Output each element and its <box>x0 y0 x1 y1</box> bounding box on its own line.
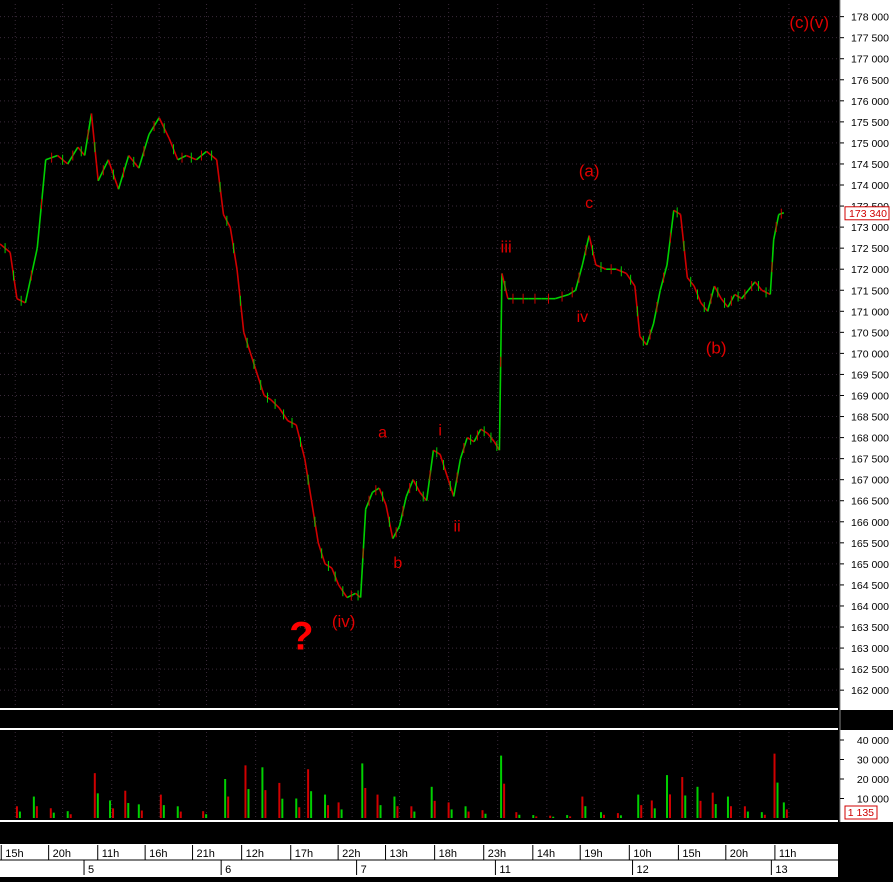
wave-label: (b) <box>706 338 727 357</box>
chart-window: (c)(v) (a) c iii iv (b) a i ii b (iv)? 178 000 177 5… <box>0 0 893 877</box>
price-tick-label: 170 000 <box>851 348 889 360</box>
price-tick-label: 165 000 <box>851 559 889 571</box>
price-tick-label: 163 500 <box>851 622 889 634</box>
wave-label: iii <box>501 237 512 256</box>
price-tick-label: 173 000 <box>851 222 889 234</box>
price-tick-label: 176 500 <box>851 75 889 87</box>
price-tick-label: 171 500 <box>851 285 889 297</box>
price-tick-label: 169 000 <box>851 390 889 402</box>
hour-tick-label: 19h <box>584 848 602 860</box>
price-tick-label: 162 000 <box>851 685 889 697</box>
hour-tick-label: 15h <box>682 848 700 860</box>
price-tick-label: 165 500 <box>851 538 889 550</box>
volume-tick-label: 20 000 <box>857 774 889 786</box>
wave-label: (c)(v) <box>789 13 829 32</box>
price-tick-label: 172 000 <box>851 264 889 276</box>
price-tick-label: 162 500 <box>851 664 889 676</box>
price-tick-label: 168 500 <box>851 412 889 424</box>
price-tick-label: 178 000 <box>851 12 889 24</box>
price-tick-label: 166 000 <box>851 517 889 529</box>
wave-label: b <box>393 555 402 572</box>
volume-tick-label: 30 000 <box>857 755 889 767</box>
volume-tick-label: 10 000 <box>857 794 889 806</box>
price-tick-label: 174 500 <box>851 159 889 171</box>
price-tick-label: 175 000 <box>851 138 889 150</box>
chart-background <box>0 0 893 877</box>
hour-tick-label: 20h <box>53 848 71 860</box>
hour-tick-label: 11h <box>779 848 797 860</box>
last-volume-label: 1 135 <box>848 807 874 819</box>
wave-label: c <box>585 195 593 212</box>
price-tick-label: 166 500 <box>851 496 889 508</box>
wave-label: (iv) <box>332 612 356 631</box>
wave-label: a <box>378 425 387 442</box>
day-tick-label: 6 <box>225 864 231 876</box>
hour-tick-label: 10h <box>633 848 651 860</box>
volume-tick-label: 40 000 <box>857 735 889 747</box>
hour-tick-label: 23h <box>488 848 506 860</box>
price-tick-label: 176 000 <box>851 96 889 108</box>
question-mark-annotation: ? <box>289 614 313 658</box>
hour-tick-label: 15h <box>5 848 23 860</box>
price-panel-border <box>0 708 838 710</box>
last-price-label: 173 340 <box>849 208 887 220</box>
price-tick-label: 177 500 <box>851 33 889 45</box>
hour-tick-label: 17h <box>295 848 313 860</box>
day-tick-label: 13 <box>775 864 787 876</box>
hour-tick-label: 14h <box>537 848 555 860</box>
price-tick-label: 168 000 <box>851 433 889 445</box>
wave-label: ii <box>454 518 461 535</box>
price-tick-label: 167 500 <box>851 454 889 466</box>
time-axis: 15h 20h 11h 16h 21h 12h 17h 22h 13h 18h 23h 14h 19h 1… <box>0 844 838 877</box>
hour-tick-label: 22h <box>342 848 360 860</box>
wave-label: (a) <box>579 162 600 181</box>
hour-tick-label: 11h <box>102 848 120 860</box>
price-tick-label: 170 500 <box>851 327 889 339</box>
price-tick-label: 163 000 <box>851 643 889 655</box>
wave-label: iv <box>577 309 589 326</box>
price-tick-label: 174 000 <box>851 180 889 192</box>
hour-tick-label: 18h <box>439 848 457 860</box>
volume-panel-bottom-border <box>0 820 838 822</box>
day-tick-label: 12 <box>637 864 649 876</box>
wave-label: i <box>438 422 442 439</box>
price-tick-label: 164 500 <box>851 580 889 592</box>
price-tick-label: 169 500 <box>851 369 889 381</box>
hour-tick-label: 16h <box>149 848 167 860</box>
price-tick-label: 171 000 <box>851 306 889 318</box>
day-tick-label: 5 <box>88 864 94 876</box>
day-tick-label: 7 <box>361 864 367 876</box>
price-volume-chart[interactable]: (c)(v)(a)ciiiiv(b)a iiib(iv)?178 000177 5… <box>0 0 893 877</box>
price-tick-label: 177 000 <box>851 54 889 66</box>
price-tick-label: 172 500 <box>851 243 889 255</box>
day-tick-label: 11 <box>499 864 510 876</box>
volume-panel-top-border <box>0 728 838 730</box>
price-tick-label: 175 500 <box>851 117 889 129</box>
price-tick-label: 167 000 <box>851 475 889 487</box>
hour-tick-label: 20h <box>730 848 748 860</box>
hour-tick-label: 13h <box>390 848 408 860</box>
price-axis: 178 000 177 500 177 000 176 500 176 000 175 5… <box>839 0 893 822</box>
hour-tick-label: 21h <box>197 848 215 860</box>
price-tick-label: 164 000 <box>851 601 889 613</box>
hour-tick-label: 12h <box>246 848 264 860</box>
